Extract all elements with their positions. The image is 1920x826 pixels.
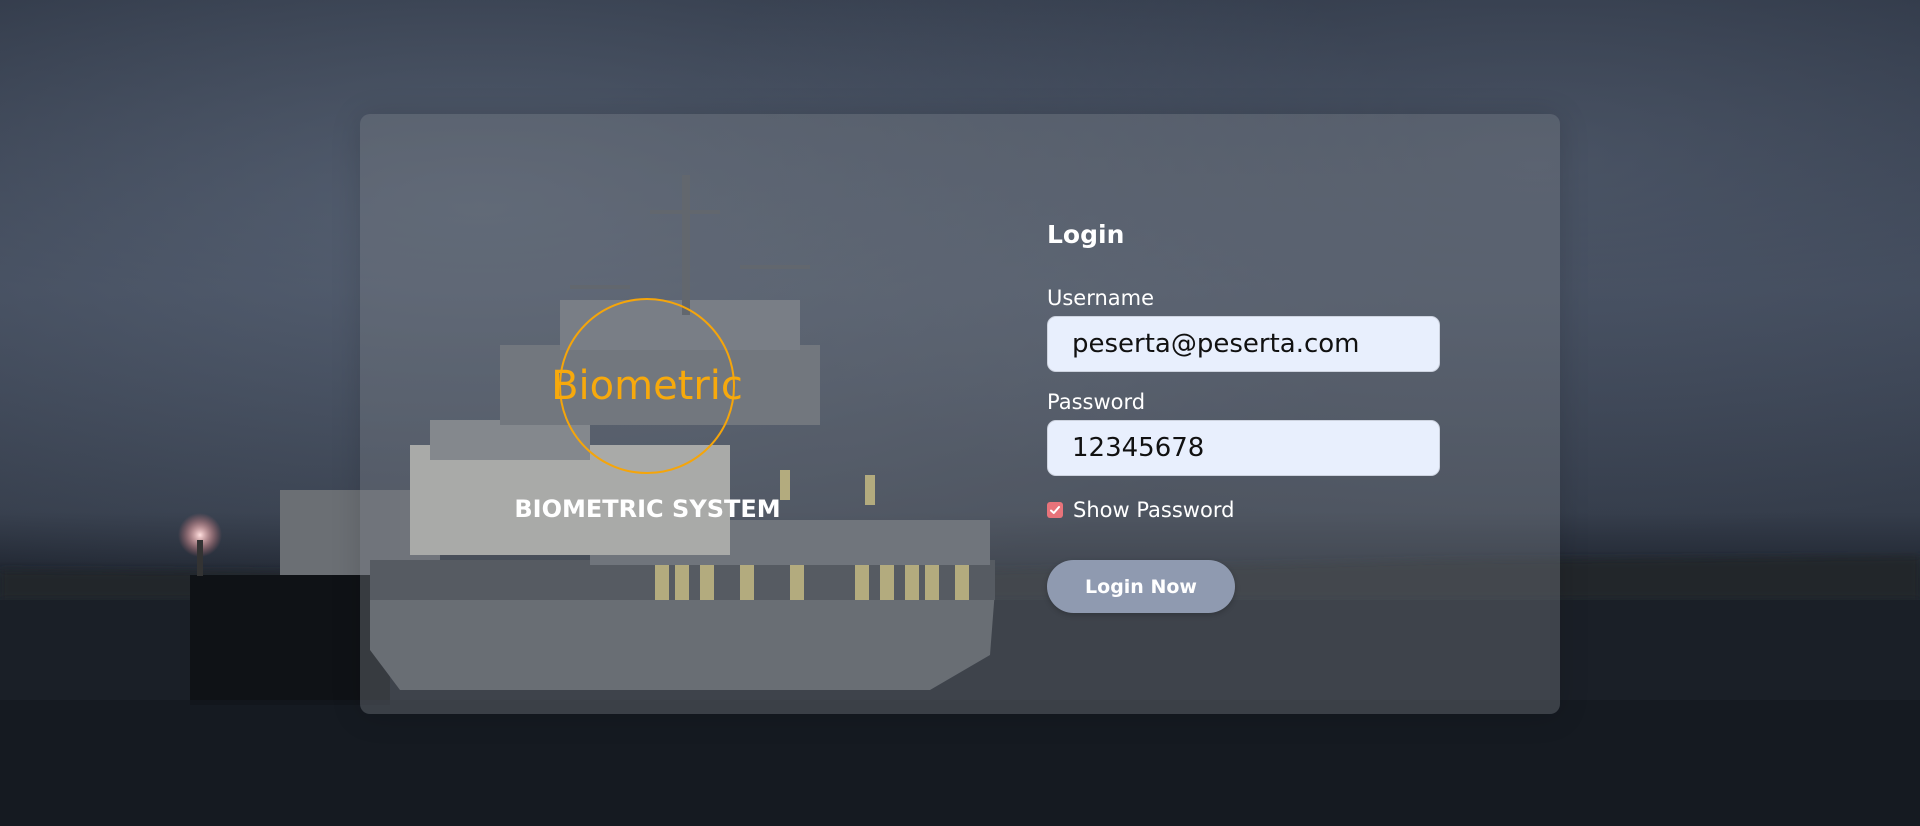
form-title: Login (1047, 220, 1125, 249)
username-label: Username (1047, 286, 1155, 310)
show-password-row[interactable]: Show Password (1047, 495, 1234, 525)
login-card: Biometric BIOMETRIC SYSTEM Login Usernam… (360, 114, 1560, 714)
username-input[interactable] (1047, 316, 1440, 372)
password-label: Password (1047, 390, 1146, 414)
password-input[interactable] (1047, 420, 1440, 476)
checkmark-icon (1050, 506, 1060, 514)
show-password-label[interactable]: Show Password (1073, 498, 1234, 522)
show-password-checkbox[interactable] (1047, 502, 1063, 518)
login-form: Login Username Password Show Password Lo… (1047, 114, 1467, 714)
brand-panel: Biometric BIOMETRIC SYSTEM (360, 114, 936, 714)
brand-title: BIOMETRIC SYSTEM (514, 495, 781, 523)
logo-text: Biometric (551, 363, 743, 409)
login-now-button[interactable]: Login Now (1047, 560, 1235, 613)
